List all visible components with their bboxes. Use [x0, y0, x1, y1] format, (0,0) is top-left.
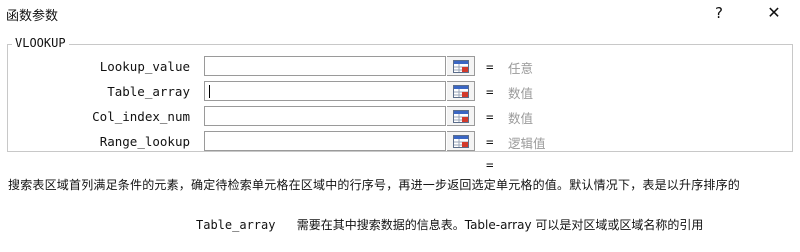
- arg-type-hint: 任意: [508, 61, 534, 76]
- arg-label-range-lookup: Range_lookup: [99, 134, 190, 149]
- arg-row-range-lookup: Range_lookup = 逻辑值: [0, 131, 800, 153]
- arg-row-col-index-num: Col_index_num = 数值: [0, 106, 800, 128]
- dialog-title: 函数参数: [6, 9, 59, 24]
- arg-type-hint: 逻辑值: [508, 136, 546, 151]
- arg-row-lookup-value: Lookup_value = 任意: [0, 56, 800, 78]
- range-lookup-input[interactable]: [204, 131, 446, 151]
- collapse-dialog-icon: [453, 110, 469, 123]
- help-button[interactable]: ?: [708, 2, 730, 24]
- collapse-dialog-icon: [453, 85, 469, 98]
- range-lookup-ref-button[interactable]: [447, 131, 475, 151]
- collapse-dialog-icon: [453, 135, 469, 148]
- arg-equals: =: [486, 109, 494, 124]
- argument-help-text: 需要在其中搜索数据的信息表。Table-array 可以是对区域或区域名称的引用: [296, 218, 704, 232]
- argument-help: Table_array 需要在其中搜索数据的信息表。Table-array 可以…: [196, 216, 703, 233]
- text-caret: [209, 85, 210, 98]
- argument-help-name: Table_array: [196, 218, 276, 232]
- table-array-ref-button[interactable]: [447, 81, 475, 101]
- arg-label-table-array: Table_array: [107, 84, 190, 99]
- arg-label-lookup-value: Lookup_value: [99, 59, 190, 74]
- function-description: 搜索表区域首列满足条件的元素，确定待检索单元格在区域中的行序号，再进一步返回选定…: [8, 178, 741, 192]
- collapse-dialog-icon: [453, 60, 469, 73]
- arg-type-hint: 数值: [508, 86, 534, 101]
- function-name: VLOOKUP: [12, 36, 69, 50]
- lookup-value-input[interactable]: [204, 56, 446, 76]
- arg-label-col-index-num: Col_index_num: [92, 109, 190, 124]
- lookup-value-ref-button[interactable]: [447, 56, 475, 76]
- formula-result-equals: =: [486, 157, 494, 172]
- close-button[interactable]: ✕: [762, 2, 786, 24]
- arg-type-hint: 数值: [508, 111, 534, 126]
- arg-equals: =: [486, 59, 494, 74]
- title-bar: 函数参数 ? ✕: [0, 0, 800, 28]
- arg-equals: =: [486, 84, 494, 99]
- arg-equals: =: [486, 134, 494, 149]
- col-index-num-input[interactable]: [204, 106, 446, 126]
- table-array-input[interactable]: [204, 81, 446, 101]
- arg-row-table-array: Table_array = 数值: [0, 81, 800, 103]
- col-index-num-ref-button[interactable]: [447, 106, 475, 126]
